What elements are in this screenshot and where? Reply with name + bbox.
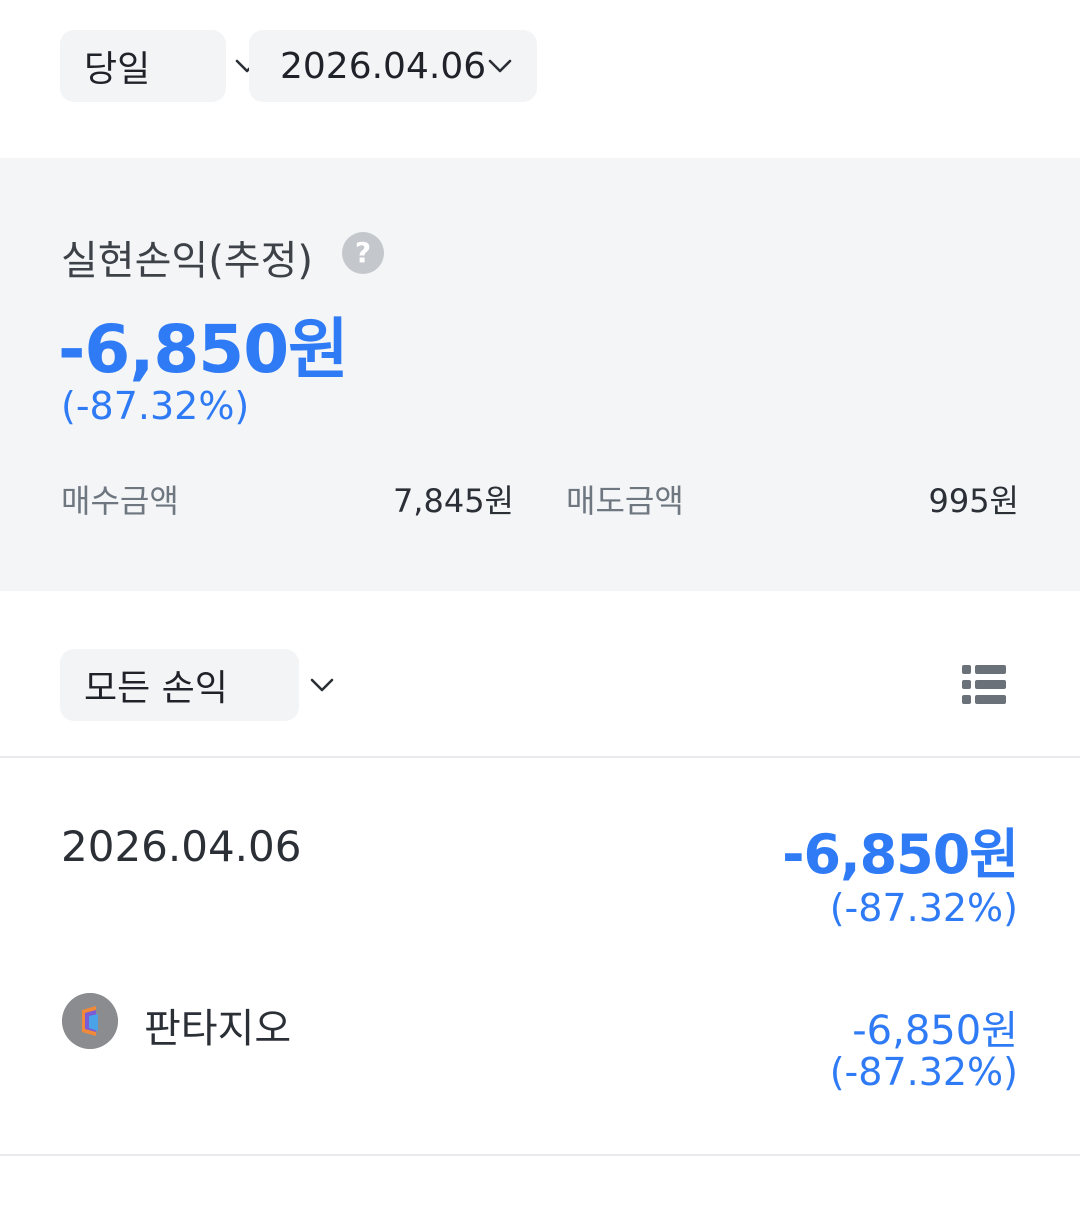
period-select-label: 당일: [84, 49, 151, 90]
stock-name: 판타지오: [144, 1006, 292, 1052]
sell-amount-label: 매도금액: [566, 482, 684, 520]
buy-amount-label: 매수금액: [61, 482, 179, 520]
divider: [0, 1154, 1080, 1156]
stock-rate: (-87.32%): [829, 1050, 1018, 1094]
day-rate: (-87.32%): [829, 886, 1018, 930]
buy-amount-value: 7,845원: [392, 482, 514, 520]
stock-logo-icon: [62, 993, 118, 1049]
period-select[interactable]: 당일: [60, 30, 259, 102]
chevron-down-icon: [310, 678, 334, 692]
summary-amount: -6,850원: [58, 311, 349, 388]
day-amount: -6,850원: [782, 823, 1019, 886]
sell-amount-value: 995원: [928, 482, 1019, 520]
summary-rate: (-87.32%): [61, 384, 250, 428]
summary-title: 실현손익(추정): [61, 238, 314, 284]
stock-row[interactable]: 판타지오 -6,850원 (-87.32%): [0, 980, 1080, 1110]
divider: [0, 756, 1080, 758]
chevron-down-icon: [488, 59, 512, 73]
realized-pl-summary: 실현손익(추정) ? -6,850원 (-87.32%) 매수금액 7,845원…: [0, 158, 1080, 591]
list-icon[interactable]: [962, 662, 1006, 708]
pl-filter-select[interactable]: 모든 손익: [60, 649, 334, 721]
date-select-label: 2026.04.06: [280, 45, 487, 87]
date-select[interactable]: 2026.04.06: [249, 30, 537, 102]
pl-filter-label: 모든 손익: [84, 668, 228, 709]
stock-amount: -6,850원: [852, 1008, 1018, 1054]
question-icon[interactable]: ?: [342, 232, 384, 274]
day-date: 2026.04.06: [61, 822, 302, 871]
